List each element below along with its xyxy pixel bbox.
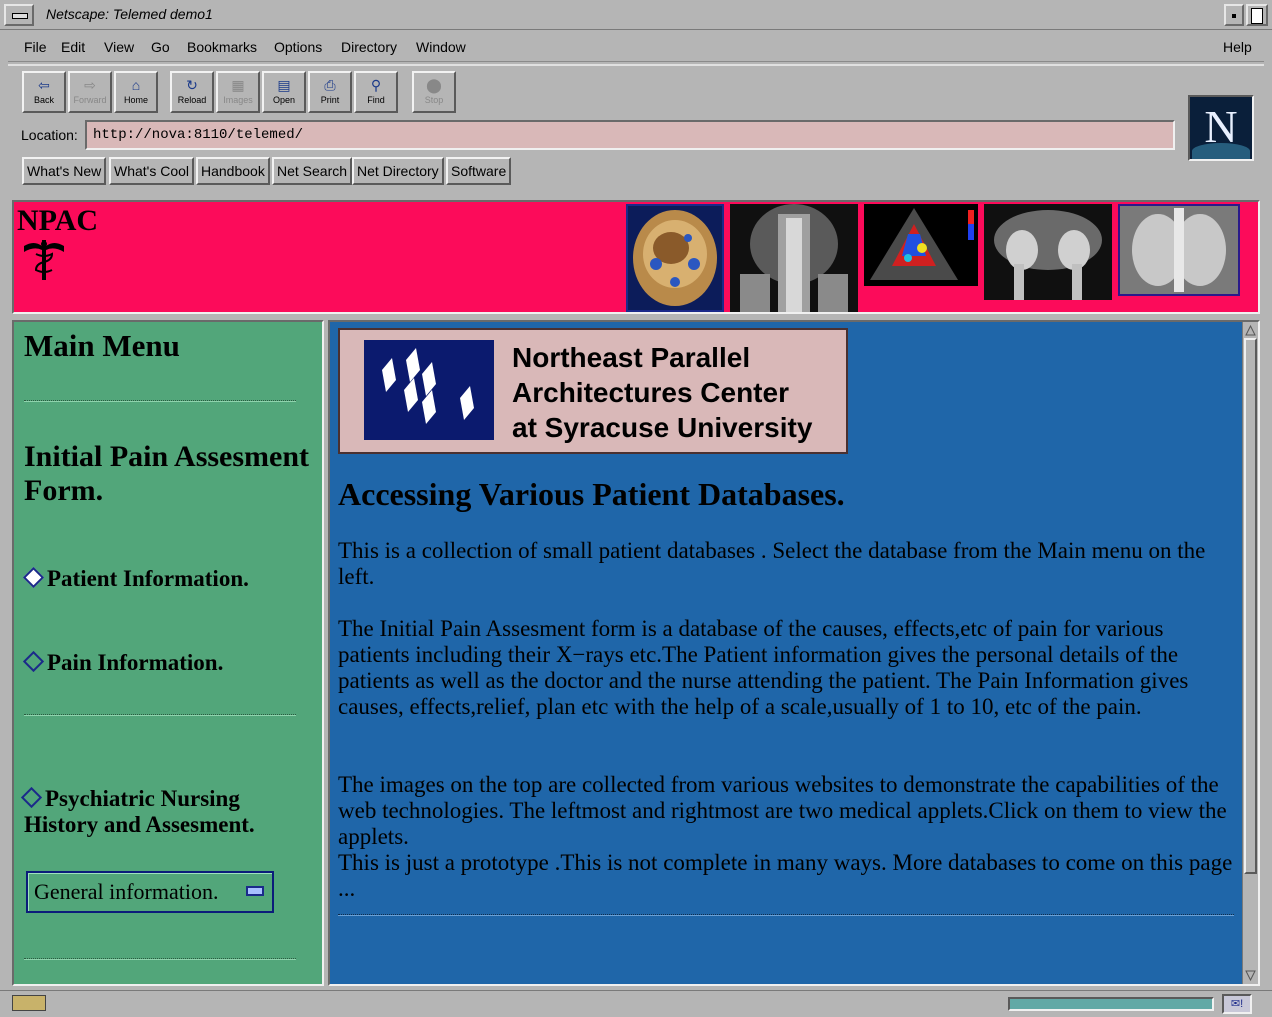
diamond-bullet-icon [20,786,43,809]
window-menu-button[interactable] [4,4,34,26]
net-search-button[interactable]: Net Search [272,157,353,185]
location-label: Location: [21,127,78,143]
psychiatric-nursing-link[interactable]: Psychiatric Nursing History and Assesmen… [20,786,314,838]
main-menu-frame: Main Menu Initial Pain Assesment Form. P… [12,320,324,986]
menu-divider [24,958,296,960]
reload-icon: ↻ [186,77,198,93]
prototype-paragraph: This is just a prototype .This is not co… [338,850,1233,901]
stop-icon: ⬤ [426,77,442,93]
menu-go[interactable]: Go [151,39,170,55]
handbook-button[interactable]: Handbook [196,157,270,185]
banner-title: NPAC [17,204,99,237]
progress-bar [1008,997,1214,1011]
home-button[interactable]: ⌂ Home [114,71,158,113]
net-directory-button[interactable]: Net Directory [352,157,444,185]
whats-new-button[interactable]: What's New [22,157,107,185]
open-icon: ▤ [277,77,291,93]
print-button[interactable]: ⎙ Print [308,71,352,113]
head-cross-section-image[interactable] [626,204,724,312]
maximize-button[interactable] [1246,4,1268,26]
intro-paragraph: This is a collection of small patient da… [338,538,1206,589]
reload-button[interactable]: ↻ Reload [170,71,214,113]
scroll-down-arrow-icon[interactable] [1244,969,1257,982]
banner-frame: NPAC [12,200,1260,314]
general-information-select[interactable]: General information. [26,871,274,913]
menu-edit[interactable]: Edit [61,39,85,55]
scroll-up-arrow-icon[interactable] [1244,324,1257,337]
security-key-icon[interactable] [12,995,46,1011]
images-icon: ▦ [231,77,245,93]
netscape-logo[interactable]: N [1188,95,1254,161]
back-arrow-icon: ⇦ [38,77,50,93]
diamond-bullet-icon [22,566,45,589]
navigation-toolbar: ⇦ Back ⇨ Forward ⌂ Home ↻ Reload ▦ Image… [8,64,1264,194]
content-divider [338,914,1234,916]
home-icon: ⌂ [131,77,141,93]
print-icon: ⎙ [324,77,336,93]
netscape-n-logo-icon: N [1204,101,1238,152]
menu-divider [24,400,296,402]
menu-bookmarks[interactable]: Bookmarks [187,39,257,55]
organization-name: Northeast Parallel Architectures Center … [512,342,813,443]
page-heading: Accessing Various Patient Databases. [338,476,845,512]
pain-information-link[interactable]: Pain Information. [22,650,223,676]
window-title-bar: Netscape: Telemed demo1 [0,0,1272,30]
content-frame: Northeast Parallel Architectures Center … [328,320,1260,986]
menu-view[interactable]: View [104,39,134,55]
option-menu-indicator-icon [246,886,264,896]
stop-button[interactable]: ⬤ Stop [412,71,456,113]
npac-cube-logo-icon [364,340,494,440]
images-paragraph: The images on the top are collected from… [338,772,1227,849]
menu-help[interactable]: Help [1223,39,1252,55]
open-button[interactable]: ▤ Open [262,71,306,113]
menu-window[interactable]: Window [416,39,466,55]
pelvis-mri-image[interactable] [984,204,1112,300]
menu-file[interactable]: File [24,39,47,55]
minimize-button[interactable] [1224,4,1244,26]
status-bar: ✉! [0,990,1272,1017]
software-button[interactable]: Software [446,157,512,185]
diamond-bullet-icon [22,650,45,673]
chest-xray-image[interactable] [1118,204,1240,296]
caduceus-icon [24,240,64,280]
mail-icon[interactable]: ✉! [1222,994,1252,1014]
select-value: General information. [34,879,219,904]
main-menu-heading: Main Menu [24,328,180,363]
find-icon: ⚲ [370,77,382,93]
patient-information-link[interactable]: Patient Information. [22,566,249,592]
whats-cool-button[interactable]: What's Cool [109,157,195,185]
images-button[interactable]: ▦ Images [216,71,260,113]
menu-divider [24,714,296,716]
neck-mri-image[interactable] [730,204,858,312]
menu-directory[interactable]: Directory [341,39,397,55]
pain-form-paragraph: The Initial Pain Assesment form is a dat… [338,616,1189,719]
menu-bar: File Edit View Go Bookmarks Options Dire… [8,32,1264,62]
menu-options[interactable]: Options [274,39,322,55]
forward-arrow-icon: ⇨ [84,77,96,93]
window-title: Netscape: Telemed demo1 [46,6,213,22]
find-button[interactable]: ⚲ Find [354,71,398,113]
location-field[interactable]: http://nova:8110/telemed/ [85,120,1175,150]
content-scrollbar[interactable] [1242,322,1258,984]
pain-assessment-form-heading: Initial Pain Assesment Form. [24,440,310,507]
forward-button[interactable]: ⇨ Forward [68,71,112,113]
npac-logo-banner: Northeast Parallel Architectures Center … [338,328,848,454]
back-button[interactable]: ⇦ Back [22,71,66,113]
scroll-thumb[interactable] [1244,338,1257,874]
echocardiogram-image[interactable] [864,204,978,286]
